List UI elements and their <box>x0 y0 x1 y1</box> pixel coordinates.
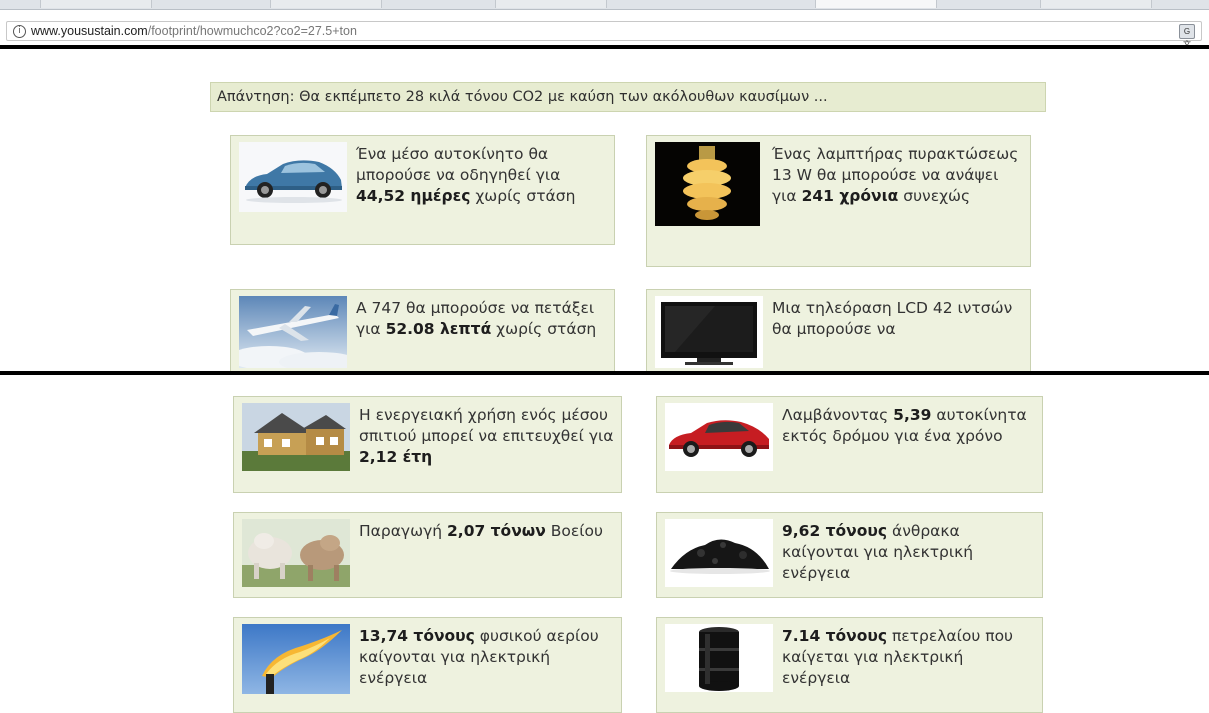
browser-tab-active[interactable] <box>815 0 937 8</box>
divider-top <box>0 45 1209 49</box>
card-text: Μια τηλεόραση LCD 42 ιντσών θα μπορούσε … <box>772 299 1013 338</box>
cfl-bulb-image <box>655 142 760 226</box>
equivalent-card: 7.14 τόνους πετρελαίου που καίγεται για … <box>656 617 1043 713</box>
card-text: 9,62 τόνους άνθρακα καίγονται για ηλεκτρ… <box>782 522 974 582</box>
card-text: Λαμβάνοντας 5,39 αυτοκίνητα εκτός δρόμου… <box>782 406 1027 445</box>
equivalent-card: 9,62 τόνους άνθρακα καίγονται για ηλεκτρ… <box>656 512 1043 598</box>
equivalent-card: Μια τηλεόραση LCD 42 ιντσών θα μπορούσε … <box>646 289 1031 373</box>
equivalent-card: Α 747 θα μπορούσε να πετάξει για 52.08 λ… <box>230 289 615 373</box>
card-text: 13,74 τόνους φυσικού αερίου καίγονται γι… <box>359 627 599 687</box>
browser-tab-strip <box>0 0 1209 10</box>
equivalent-card: Ένας λαμπτήρας πυρακτώσεως 13 W θα μπορο… <box>646 135 1031 267</box>
equivalent-card: Παραγωγή 2,07 τόνων Βοείου <box>233 512 622 598</box>
browser-tab[interactable] <box>495 0 607 8</box>
airplane-image <box>239 296 347 368</box>
url-text[interactable]: www.yousustain.com/footprint/howmuchco2?… <box>31 22 357 40</box>
browser-tab[interactable] <box>1040 0 1152 8</box>
equivalent-card: Ένα μέσο αυτοκίνητο θα μπορούσε να οδηγη… <box>230 135 615 245</box>
url-path: /footprint/howmuchco2?co2=27.5+ton <box>147 24 357 38</box>
red-car-image <box>665 403 773 471</box>
card-text: Ένα μέσο αυτοκίνητο θα μπορούσε να οδηγη… <box>356 145 576 205</box>
card-text: 7.14 τόνους πετρελαίου που καίγεται για … <box>782 627 1014 687</box>
address-bar[interactable]: i www.yousustain.com/footprint/howmuchco… <box>6 21 1202 49</box>
browser-tab[interactable] <box>40 0 152 8</box>
card-text: Ένας λαμπτήρας πυρακτώσεως 13 W θα μπορο… <box>772 145 1019 205</box>
cattle-image <box>242 519 350 587</box>
car-image <box>239 142 347 212</box>
equivalent-card: 13,74 τόνους φυσικού αερίου καίγονται γι… <box>233 617 622 713</box>
coal-image <box>665 519 773 587</box>
gas-flare-image <box>242 624 350 694</box>
answer-banner: Απάντηση: Θα εκπέμπετο 28 κιλά τόνου CO2… <box>210 82 1046 112</box>
translate-icon[interactable]: G文 <box>1179 24 1195 49</box>
browser-tab[interactable] <box>270 0 382 8</box>
info-icon[interactable]: i <box>13 25 26 38</box>
equivalent-card: Λαμβάνοντας 5,39 αυτοκίνητα εκτός δρόμου… <box>656 396 1043 493</box>
equivalent-card: Η ενεργειακή χρήση ενός μέσου σπιτιού μπ… <box>233 396 622 493</box>
oil-barrel-image <box>665 624 773 692</box>
url-domain: www.yousustain.com <box>31 24 148 38</box>
lcd-tv-image <box>655 296 763 368</box>
card-text: Παραγωγή 2,07 τόνων Βοείου <box>359 522 603 540</box>
house-image <box>242 403 350 471</box>
divider-middle <box>0 371 1209 375</box>
card-text: Η ενεργειακή χρήση ενός μέσου σπιτιού μπ… <box>359 406 614 466</box>
card-text: Α 747 θα μπορούσε να πετάξει για 52.08 λ… <box>356 299 597 338</box>
